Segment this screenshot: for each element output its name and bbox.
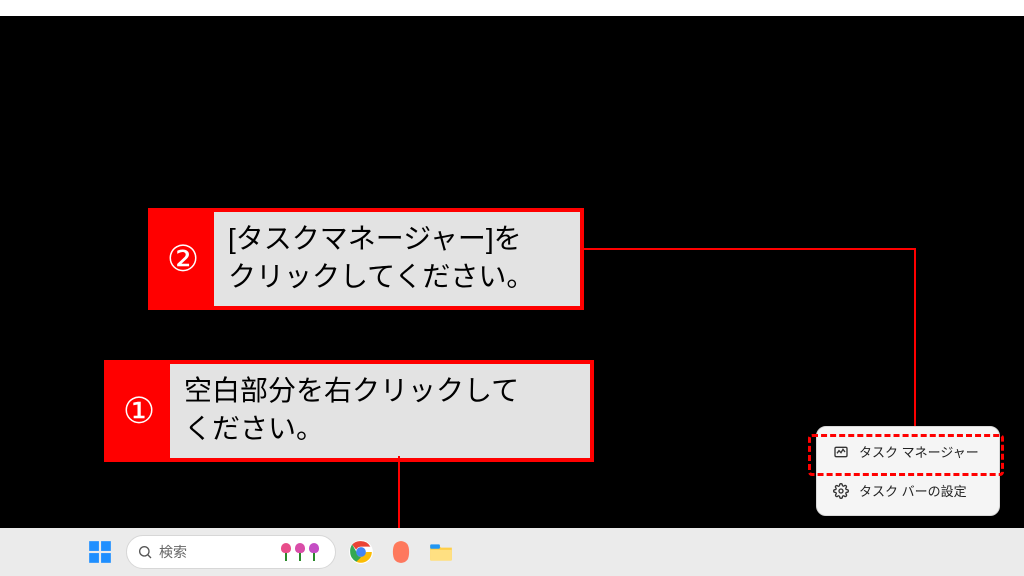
search-decoration-icon — [279, 543, 321, 561]
start-icon — [87, 539, 113, 565]
arrow-segment — [584, 248, 916, 250]
instruction-callout-2: ② [タスクマネージャー]を クリックしてください。 — [148, 208, 584, 310]
taskbar[interactable]: 検索 — [0, 528, 1024, 576]
highlight-task-manager — [808, 434, 1004, 476]
copilot-icon[interactable] — [386, 537, 416, 567]
context-item-taskbar-settings[interactable]: タスク バーの設定 — [823, 472, 993, 509]
context-item-label: タスク バーの設定 — [859, 481, 967, 500]
gear-icon — [833, 483, 849, 499]
step-text-2: [タスクマネージャー]を クリックしてください。 — [214, 212, 552, 306]
step-text-1: 空白部分を右クリックして ください。 — [170, 364, 537, 458]
step-badge-2: ② — [152, 212, 214, 306]
search-box[interactable]: 検索 — [126, 535, 336, 569]
step-badge-1: ① — [108, 364, 170, 458]
start-button[interactable] — [84, 536, 116, 568]
search-icon — [137, 544, 153, 560]
chrome-icon[interactable] — [346, 537, 376, 567]
file-explorer-icon[interactable] — [426, 537, 456, 567]
arrow-segment — [914, 248, 916, 434]
instruction-callout-1: ① 空白部分を右クリックして ください。 — [104, 360, 594, 462]
search-placeholder: 検索 — [159, 542, 273, 562]
